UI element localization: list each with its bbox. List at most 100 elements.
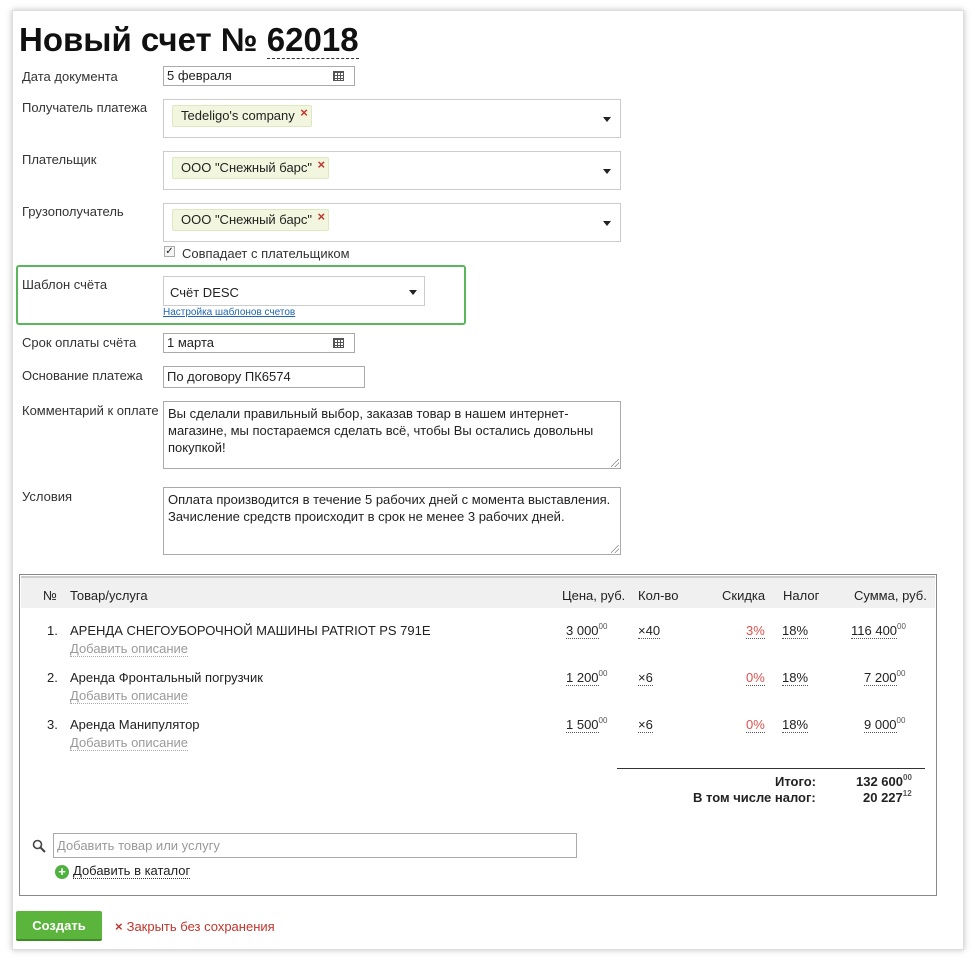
row-name[interactable]: Аренда Манипулятор — [70, 717, 200, 732]
search-icon — [32, 839, 46, 858]
chevron-down-icon[interactable] — [603, 169, 611, 174]
row-price-cents: 00 — [598, 669, 608, 678]
row-name[interactable]: Аренда Фронтальный погрузчик — [70, 670, 263, 685]
col-sum: Сумма, руб. — [854, 588, 927, 603]
row-sum-value: 7 200 — [864, 670, 897, 686]
row-discount[interactable]: 3% — [746, 623, 765, 639]
tax-total-value: 20 22712 — [863, 789, 912, 805]
row-discount[interactable]: 0% — [746, 670, 765, 686]
row-sum[interactable]: 9 00000 — [864, 716, 906, 733]
close-without-saving-link[interactable]: × Закрыть без сохранения — [115, 919, 275, 934]
terms-line: Оплата производится в течение 5 рабочих … — [168, 492, 611, 507]
row-qty[interactable]: ×6 — [638, 717, 653, 733]
col-qty: Кол-во — [638, 588, 679, 603]
col-product: Товар/услуга — [70, 588, 148, 603]
totals-divider — [617, 768, 925, 769]
consignee-tag-label: ООО "Снежный барс" — [181, 212, 313, 227]
row-discount[interactable]: 0% — [746, 717, 765, 733]
calendar-icon[interactable] — [333, 338, 344, 348]
resize-grip-icon[interactable] — [611, 545, 619, 553]
row-name[interactable]: АРЕНДА СНЕГОУБОРОЧНОЙ МАШИНЫ PATRIOT PS … — [70, 623, 431, 638]
row-sum-value: 9 000 — [864, 717, 897, 733]
basis-value: По договору ПК6574 — [167, 369, 291, 384]
row-sum[interactable]: 116 40000 — [851, 622, 906, 639]
row-qty[interactable]: ×40 — [638, 623, 661, 639]
terms-line: Зачисление средств происходит в срок не … — [168, 509, 565, 524]
chevron-down-icon[interactable] — [603, 221, 611, 226]
tax-total-amount: 20 227 — [863, 790, 903, 805]
same-as-payer-label: Совпадает с плательщиком — [182, 246, 350, 261]
comment-textarea[interactable]: Вы сделали правильный выбор, заказав тов… — [163, 401, 621, 469]
add-product-input[interactable]: Добавить товар или услугу — [53, 833, 577, 858]
remove-consignee-icon[interactable]: × — [317, 209, 325, 224]
col-discount: Скидка — [722, 588, 766, 603]
page-title: Новый счет № 62018 — [19, 21, 359, 59]
remove-payer-icon[interactable]: × — [317, 157, 325, 172]
row-tax[interactable]: 18% — [782, 717, 809, 733]
date-value: 5 февраля — [167, 68, 232, 83]
close-icon: × — [115, 919, 123, 934]
date-label: Дата документа — [22, 69, 118, 84]
comment-line: покупкой! — [168, 440, 226, 455]
invoice-form-page: Новый счет № 62018 Дата документа 5 февр… — [12, 10, 964, 950]
create-button[interactable]: Создать — [16, 911, 102, 941]
row-price-cents: 00 — [598, 716, 608, 725]
row-sum[interactable]: 7 20000 — [864, 669, 905, 686]
row-price[interactable]: 1 50000 — [566, 716, 608, 733]
due-date-label: Срок оплаты счёта — [22, 335, 137, 350]
basis-input[interactable]: По договору ПК6574 — [163, 366, 365, 388]
close-without-saving-label: Закрыть без сохранения — [126, 919, 275, 934]
recipient-tag-label: Tedeligo's company — [181, 108, 295, 123]
row-num: 1. — [47, 623, 58, 638]
consignee-select[interactable]: ООО "Снежный барс" × — [163, 203, 621, 242]
tax-total-cents: 12 — [902, 789, 912, 798]
add-description-link[interactable]: Добавить описание — [70, 735, 188, 751]
row-tax[interactable]: 18% — [782, 623, 809, 639]
row-price-value: 1 500 — [566, 717, 599, 733]
row-qty[interactable]: ×6 — [638, 670, 653, 686]
chevron-down-icon[interactable] — [603, 117, 611, 122]
row-price[interactable]: 3 00000 — [566, 622, 607, 639]
payer-tag-label: ООО "Снежный барс" — [181, 160, 313, 175]
row-sum-cents: 00 — [896, 716, 906, 725]
template-select[interactable]: Счёт DESC — [163, 276, 425, 306]
consignee-label: Грузополучатель — [22, 204, 124, 219]
total-cents: 00 — [903, 773, 912, 782]
remove-recipient-icon[interactable]: × — [300, 105, 308, 120]
col-price: Цена, руб. — [562, 588, 626, 603]
row-num: 3. — [47, 717, 58, 732]
row-price[interactable]: 1 20000 — [566, 669, 608, 686]
add-description-link[interactable]: Добавить описание — [70, 688, 188, 704]
add-to-catalog-link[interactable]: Добавить в каталог — [73, 863, 191, 879]
recipient-select[interactable]: Tedeligo's company × — [163, 99, 621, 138]
col-tax: Налог — [783, 588, 820, 603]
template-value: Счёт DESC — [170, 285, 239, 300]
page-title-text: Новый счет № — [19, 21, 258, 58]
template-settings-link[interactable]: Настройка шаблонов счетов — [163, 307, 295, 318]
payer-label: Плательщик — [22, 152, 97, 167]
comment-line: магазине, мы постараемся сделать всё, чт… — [168, 423, 594, 438]
chevron-down-icon[interactable] — [409, 290, 417, 295]
recipient-label: Получатель платежа — [22, 100, 148, 115]
add-product-placeholder: Добавить товар или услугу — [57, 838, 220, 853]
row-tax[interactable]: 18% — [782, 670, 809, 686]
row-sum-cents: 00 — [897, 622, 906, 631]
template-label: Шаблон счёта — [22, 277, 108, 292]
due-date-input[interactable]: 1 марта — [163, 333, 355, 353]
resize-grip-icon[interactable] — [611, 459, 619, 467]
terms-textarea[interactable]: Оплата производится в течение 5 рабочих … — [163, 487, 621, 555]
row-price-value: 3 000 — [566, 623, 599, 639]
plus-icon[interactable]: + — [55, 865, 69, 879]
total-value: 132 60000 — [856, 773, 912, 789]
invoice-number[interactable]: 62018 — [266, 21, 359, 59]
date-input[interactable]: 5 февраля — [163, 66, 355, 86]
payer-select[interactable]: ООО "Снежный барс" × — [163, 151, 621, 190]
due-date-value: 1 марта — [167, 335, 214, 350]
recipient-tag: Tedeligo's company × — [172, 105, 312, 127]
table-header: № Товар/услуга Цена, руб. Кол-во Скидка … — [21, 576, 935, 608]
payer-tag: ООО "Снежный барс" × — [172, 157, 330, 179]
comment-line: Вы сделали правильный выбор, заказав тов… — [168, 406, 569, 421]
same-as-payer-checkbox[interactable]: ✓ — [164, 246, 175, 257]
add-description-link[interactable]: Добавить описание — [70, 641, 188, 657]
calendar-icon[interactable] — [333, 71, 344, 81]
